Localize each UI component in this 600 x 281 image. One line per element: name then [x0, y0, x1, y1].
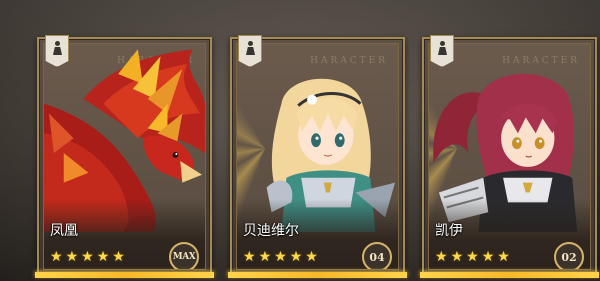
star-rating: ★ ★ ★ ★ ★ — [50, 250, 125, 264]
person-icon — [437, 41, 447, 55]
star-icon: ★ — [466, 249, 479, 265]
rarity-bar — [35, 272, 214, 278]
level-badge: MAX — [169, 242, 199, 269]
star-icon: ★ — [50, 249, 63, 265]
star-rating: ★ ★ ★ ★ ★ — [243, 250, 318, 264]
star-icon: ★ — [289, 249, 303, 265]
person-icon — [52, 41, 62, 55]
rarity-bar — [420, 272, 599, 278]
card-inner: HARACTER 贝迪维尔 ★ ★ ★ ★ ★ 04 — [236, 43, 399, 270]
star-icon: ★ — [481, 249, 495, 265]
star-icon: ★ — [305, 249, 318, 265]
star-icon: ★ — [243, 249, 256, 265]
character-card-phoenix[interactable]: HARACTER 凤凰 ★ ★ ★ ★ — [35, 35, 214, 278]
star-icon: ★ — [258, 249, 272, 265]
character-name: 贝迪维尔 — [243, 223, 299, 239]
level-badge: 02 — [554, 242, 584, 269]
card-inner: HARACTER 凤凰 ★ ★ ★ ★ — [43, 43, 206, 270]
star-icon: ★ — [450, 249, 464, 265]
character-name: 凯伊 — [435, 223, 463, 239]
character-type-tag — [430, 35, 454, 67]
card-inner: HARACTER 凯伊 ★ ★ ★ ★ ★ 02 — [428, 43, 591, 270]
character-type-tag — [45, 35, 69, 67]
character-card-bedivere[interactable]: HARACTER 贝迪维尔 ★ ★ ★ ★ ★ 04 — [228, 35, 407, 278]
character-type-tag — [238, 35, 262, 67]
star-rating: ★ ★ ★ ★ ★ — [435, 250, 510, 264]
rarity-bar — [228, 272, 407, 278]
character-card-kay[interactable]: HARACTER 凯伊 ★ ★ ★ ★ ★ 02 — [420, 35, 599, 278]
person-icon — [245, 41, 255, 55]
star-icon: ★ — [112, 249, 125, 265]
level-badge: 04 — [362, 242, 392, 269]
star-icon: ★ — [65, 249, 79, 265]
star-icon: ★ — [435, 249, 448, 265]
star-icon: ★ — [274, 249, 287, 265]
star-icon: ★ — [96, 249, 110, 265]
star-icon: ★ — [81, 249, 94, 265]
character-name: 凤凰 — [50, 223, 78, 239]
star-icon: ★ — [497, 249, 510, 265]
